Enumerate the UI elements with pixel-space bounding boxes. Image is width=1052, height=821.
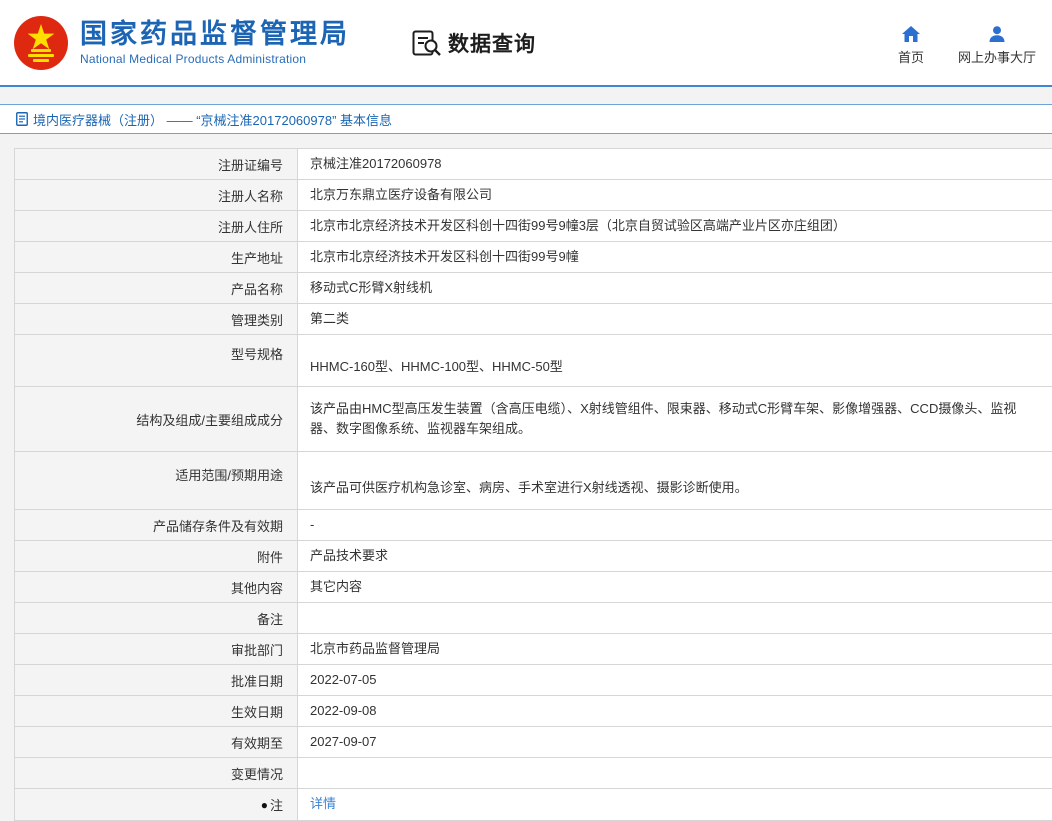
row-value: 详情 xyxy=(298,789,1052,820)
row-label: 产品储存条件及有效期 xyxy=(15,510,298,540)
table-row: 注册人名称北京万东鼎立医疗设备有限公司 xyxy=(15,180,1052,211)
row-value: 2022-07-05 xyxy=(298,665,1052,695)
row-label: 批准日期 xyxy=(15,665,298,695)
document-icon xyxy=(16,112,28,126)
row-label: 其他内容 xyxy=(15,572,298,602)
row-label: 附件 xyxy=(15,541,298,571)
row-label: 备注 xyxy=(15,603,298,633)
table-row: 批准日期2022-07-05 xyxy=(15,665,1052,696)
top-nav: 首页 网上办事大厅 xyxy=(898,20,1036,66)
brand: 国家药品监督管理局 National Medical Products Admi… xyxy=(14,16,350,70)
row-value: 该产品由HMC型高压发生装置（含高压电缆）、X射线管组件、限束器、移动式C形臂车… xyxy=(298,387,1052,451)
row-value: 第二类 xyxy=(298,304,1052,334)
row-value: - xyxy=(298,510,1052,540)
row-value: 北京市北京经济技术开发区科创十四街99号9幢 xyxy=(298,242,1052,272)
site-header: 国家药品监督管理局 National Medical Products Admi… xyxy=(0,0,1052,85)
row-label: 生产地址 xyxy=(15,242,298,272)
table-row: 产品储存条件及有效期- xyxy=(15,510,1052,541)
table-row: 审批部门北京市药品监督管理局 xyxy=(15,634,1052,665)
row-value xyxy=(298,603,1052,633)
nav-service-hall-label: 网上办事大厅 xyxy=(958,47,1036,66)
row-value: 北京万东鼎立医疗设备有限公司 xyxy=(298,180,1052,210)
row-value: 北京市北京经济技术开发区科创十四街99号9幢3层（北京自贸试验区高端产业片区亦庄… xyxy=(298,211,1052,241)
person-icon xyxy=(988,26,1006,42)
nav-home[interactable]: 首页 xyxy=(898,26,924,66)
table-row: 变更情况 xyxy=(15,758,1052,789)
row-value xyxy=(298,758,1052,788)
detail-link[interactable]: 详情 xyxy=(310,794,336,814)
note-bullet-icon: ● xyxy=(261,798,268,812)
national-emblem-logo xyxy=(14,16,68,70)
table-row: 附件产品技术要求 xyxy=(15,541,1052,572)
table-row: 适用范围/预期用途该产品可供医疗机构急诊室、病房、手术室进行X射线透视、摄影诊断… xyxy=(15,452,1052,510)
row-label: 生效日期 xyxy=(15,696,298,726)
row-label: 管理类别 xyxy=(15,304,298,334)
table-row: 型号规格HHMC-160型、HHMC-100型、HHMC-50型 xyxy=(15,335,1052,387)
table-row: 其他内容其它内容 xyxy=(15,572,1052,603)
table-row: 生效日期2022-09-08 xyxy=(15,696,1052,727)
row-label: 有效期至 xyxy=(15,727,298,757)
table-row: 注册证编号京械注准20172060978 xyxy=(15,149,1052,180)
table-row: 管理类别第二类 xyxy=(15,304,1052,335)
row-value: 2022-09-08 xyxy=(298,696,1052,726)
row-label: 注册证编号 xyxy=(15,149,298,179)
row-value: 北京市药品监督管理局 xyxy=(298,634,1052,664)
registration-info-table: 注册证编号京械注准20172060978注册人名称北京万东鼎立医疗设备有限公司注… xyxy=(14,148,1052,821)
table-row: 生产地址北京市北京经济技术开发区科创十四街99号9幢 xyxy=(15,242,1052,273)
row-label: 结构及组成/主要组成成分 xyxy=(15,387,298,451)
row-label: 产品名称 xyxy=(15,273,298,303)
brand-text: 国家药品监督管理局 National Medical Products Admi… xyxy=(80,19,350,66)
breadcrumb-text: 境内医疗器械（注册） —— “京械注准20172060978” 基本信息 xyxy=(33,110,392,129)
org-name-cn: 国家药品监督管理局 xyxy=(80,19,350,50)
row-label: 审批部门 xyxy=(15,634,298,664)
table-row: 结构及组成/主要组成成分该产品由HMC型高压发生装置（含高压电缆）、X射线管组件… xyxy=(15,387,1052,452)
row-label: 注册人名称 xyxy=(15,180,298,210)
row-value: 其它内容 xyxy=(298,572,1052,602)
nav-home-label: 首页 xyxy=(898,47,924,66)
breadcrumb: 境内医疗器械（注册） —— “京械注准20172060978” 基本信息 xyxy=(0,104,1052,134)
row-value: 产品技术要求 xyxy=(298,541,1052,571)
home-icon xyxy=(902,26,920,42)
row-value: 该产品可供医疗机构急诊室、病房、手术室进行X射线透视、摄影诊断使用。 xyxy=(298,452,1052,509)
row-label: 适用范围/预期用途 xyxy=(15,452,298,509)
data-query-label: 数据查询 xyxy=(448,28,536,58)
row-label: 注册人住所 xyxy=(15,211,298,241)
org-name-en: National Medical Products Administration xyxy=(80,52,350,66)
header-divider xyxy=(0,85,1052,87)
row-label: ●注 xyxy=(15,789,298,820)
table-row: 有效期至2027-09-07 xyxy=(15,727,1052,758)
row-label: 变更情况 xyxy=(15,758,298,788)
table-row: 产品名称移动式C形臂X射线机 xyxy=(15,273,1052,304)
table-row: 备注 xyxy=(15,603,1052,634)
row-label: 型号规格 xyxy=(15,335,298,386)
row-value: 2027-09-07 xyxy=(298,727,1052,757)
row-value: 移动式C形臂X射线机 xyxy=(298,273,1052,303)
table-row: 注册人住所北京市北京经济技术开发区科创十四街99号9幢3层（北京自贸试验区高端产… xyxy=(15,211,1052,242)
data-query-icon xyxy=(412,30,442,56)
table-row: ●注详情 xyxy=(15,789,1052,820)
nav-service-hall[interactable]: 网上办事大厅 xyxy=(958,26,1036,66)
row-value: 京械注准20172060978 xyxy=(298,149,1052,179)
data-query-link[interactable]: 数据查询 xyxy=(412,28,536,58)
row-value: HHMC-160型、HHMC-100型、HHMC-50型 xyxy=(298,335,1052,386)
